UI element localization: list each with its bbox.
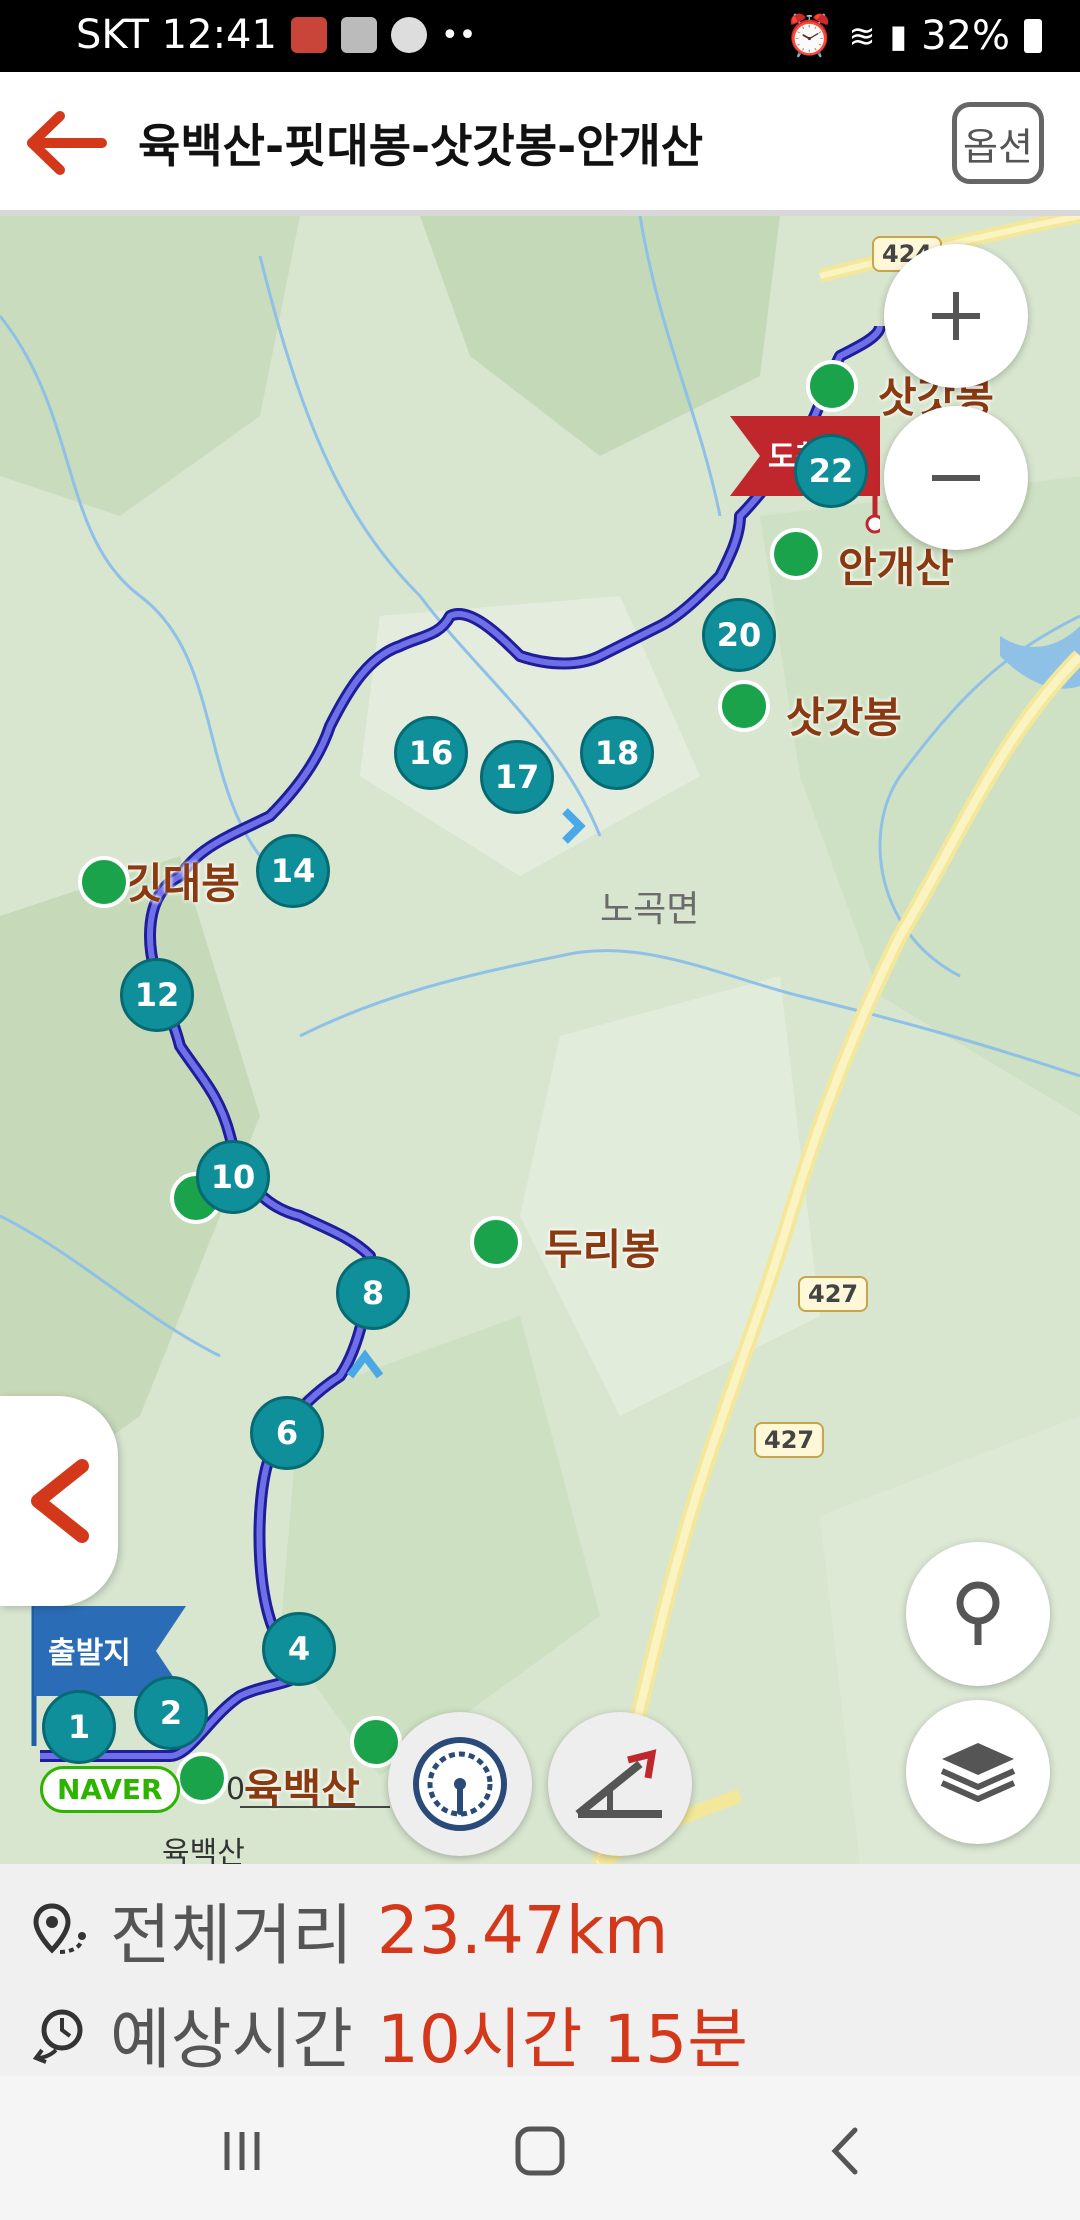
- home-icon: [515, 2126, 565, 2176]
- road-sign-427-lower: 427: [754, 1422, 825, 1458]
- naver-logo: NAVER: [40, 1766, 180, 1813]
- mountain-icon: [176, 1752, 228, 1804]
- peak-label-gitdaebong: 깃대봉: [124, 859, 240, 908]
- start-flag-label: 출발지: [48, 1636, 131, 1671]
- estimated-time-icon: [32, 2009, 83, 2064]
- peak-small-label: 육백산: [162, 1836, 245, 1864]
- distance-row: 전체거리 23.47km: [32, 1882, 668, 1978]
- waypoint-marker[interactable]: 2: [134, 1676, 208, 1750]
- route-distance-icon: [33, 1903, 86, 1954]
- carrier-time: SKT 12:41: [76, 12, 277, 58]
- plus-icon: [932, 292, 980, 340]
- waypoint-marker[interactable]: 10: [196, 1140, 270, 1214]
- battery-icon: [1024, 18, 1042, 53]
- zoom-out-button[interactable]: [884, 406, 1028, 550]
- more-notifications-icon: ••: [440, 17, 477, 53]
- waypoint-marker[interactable]: 8: [336, 1256, 410, 1330]
- side-panel-toggle[interactable]: [0, 1396, 118, 1606]
- waypoint-marker[interactable]: 17: [480, 740, 554, 814]
- scale-bar: [240, 1806, 390, 1808]
- minus-icon: [932, 475, 980, 481]
- image-notification-icon: [340, 17, 377, 53]
- mountain-icon: [806, 360, 858, 412]
- waypoint-marker[interactable]: 16: [394, 716, 468, 790]
- location-pin-icon: [956, 1581, 1000, 1645]
- layers-icon: [940, 1743, 1016, 1803]
- scale-zero: 0: [226, 1772, 246, 1807]
- time-label: 예상시간: [110, 2001, 353, 2078]
- recent-apps-button[interactable]: [202, 2116, 282, 2186]
- peak-label-satgatbong: 삿갓봉: [786, 693, 902, 742]
- my-location-button[interactable]: [906, 1542, 1050, 1686]
- mountain-icon: [470, 1216, 522, 1268]
- app-notification-icon: [290, 17, 327, 53]
- waypoint-marker[interactable]: 14: [256, 834, 330, 908]
- back-icon: [831, 2127, 858, 2175]
- elevation-icon: [575, 1749, 662, 1818]
- status-left: SKT 12:41 ••: [76, 12, 476, 58]
- status-right: ⏰ ≋ ▮ 32%: [785, 12, 1042, 59]
- elevation-button[interactable]: [548, 1712, 692, 1856]
- battery-level: 32%: [921, 12, 1010, 59]
- waypoint-marker[interactable]: 18: [580, 716, 654, 790]
- map-view[interactable]: 도착지 출발지 삿갓봉 안개산 삿갓봉 깃대봉 두리봉 육백산 노곡면 육백산 …: [0, 216, 1080, 1864]
- waypoint-marker[interactable]: 6: [250, 1396, 324, 1470]
- waypoint-marker[interactable]: 20: [702, 598, 776, 672]
- waypoint-marker[interactable]: 22: [794, 434, 868, 508]
- waypoint-marker[interactable]: 1: [42, 1690, 116, 1764]
- home-button[interactable]: [500, 2116, 580, 2186]
- back-arrow-icon[interactable]: [22, 108, 112, 178]
- speedometer-button[interactable]: [388, 1712, 532, 1856]
- chevron-left-icon: [31, 1459, 89, 1543]
- distance-label: 전체거리: [110, 1897, 353, 1974]
- status-bar: SKT 12:41 •• ⏰ ≋ ▮ 32%: [0, 0, 1080, 72]
- time-row: 예상시간 10시간 15분: [32, 1986, 748, 2082]
- route-title: 육백산-핏대봉-삿갓봉-안개산: [138, 119, 704, 173]
- road-sign-427-upper: 427: [798, 1276, 869, 1312]
- signal-icon: ▮: [889, 16, 908, 55]
- waypoint-marker[interactable]: 4: [262, 1612, 336, 1686]
- alarm-icon: ⏰: [784, 13, 835, 59]
- mountain-icon: [770, 528, 822, 580]
- back-button[interactable]: [806, 2116, 886, 2186]
- layers-button[interactable]: [906, 1700, 1050, 1844]
- peak-label-duribong: 두리봉: [544, 1225, 660, 1274]
- app-header: 육백산-핏대봉-삿갓봉-안개산 옵션: [0, 72, 1080, 216]
- route-summary-panel: 전체거리 23.47km 예상시간 10시간 15분: [0, 1864, 1080, 2078]
- system-nav-bar: [0, 2076, 1080, 2220]
- mountain-icon: [78, 856, 130, 908]
- zoom-in-button[interactable]: [884, 244, 1028, 388]
- region-label: 노곡면: [600, 889, 700, 930]
- time-value: 10시간 15분: [376, 2001, 748, 2078]
- option-button[interactable]: 옵션: [952, 102, 1044, 184]
- waypoint-marker[interactable]: 12: [120, 958, 194, 1032]
- speedometer-icon: [413, 1737, 507, 1831]
- recent-apps-icon: [224, 2132, 260, 2170]
- wifi-icon: ≋: [848, 16, 876, 55]
- distance-value: 23.47km: [376, 1891, 669, 1969]
- message-notification-icon: [390, 17, 427, 53]
- mountain-icon: [718, 680, 770, 732]
